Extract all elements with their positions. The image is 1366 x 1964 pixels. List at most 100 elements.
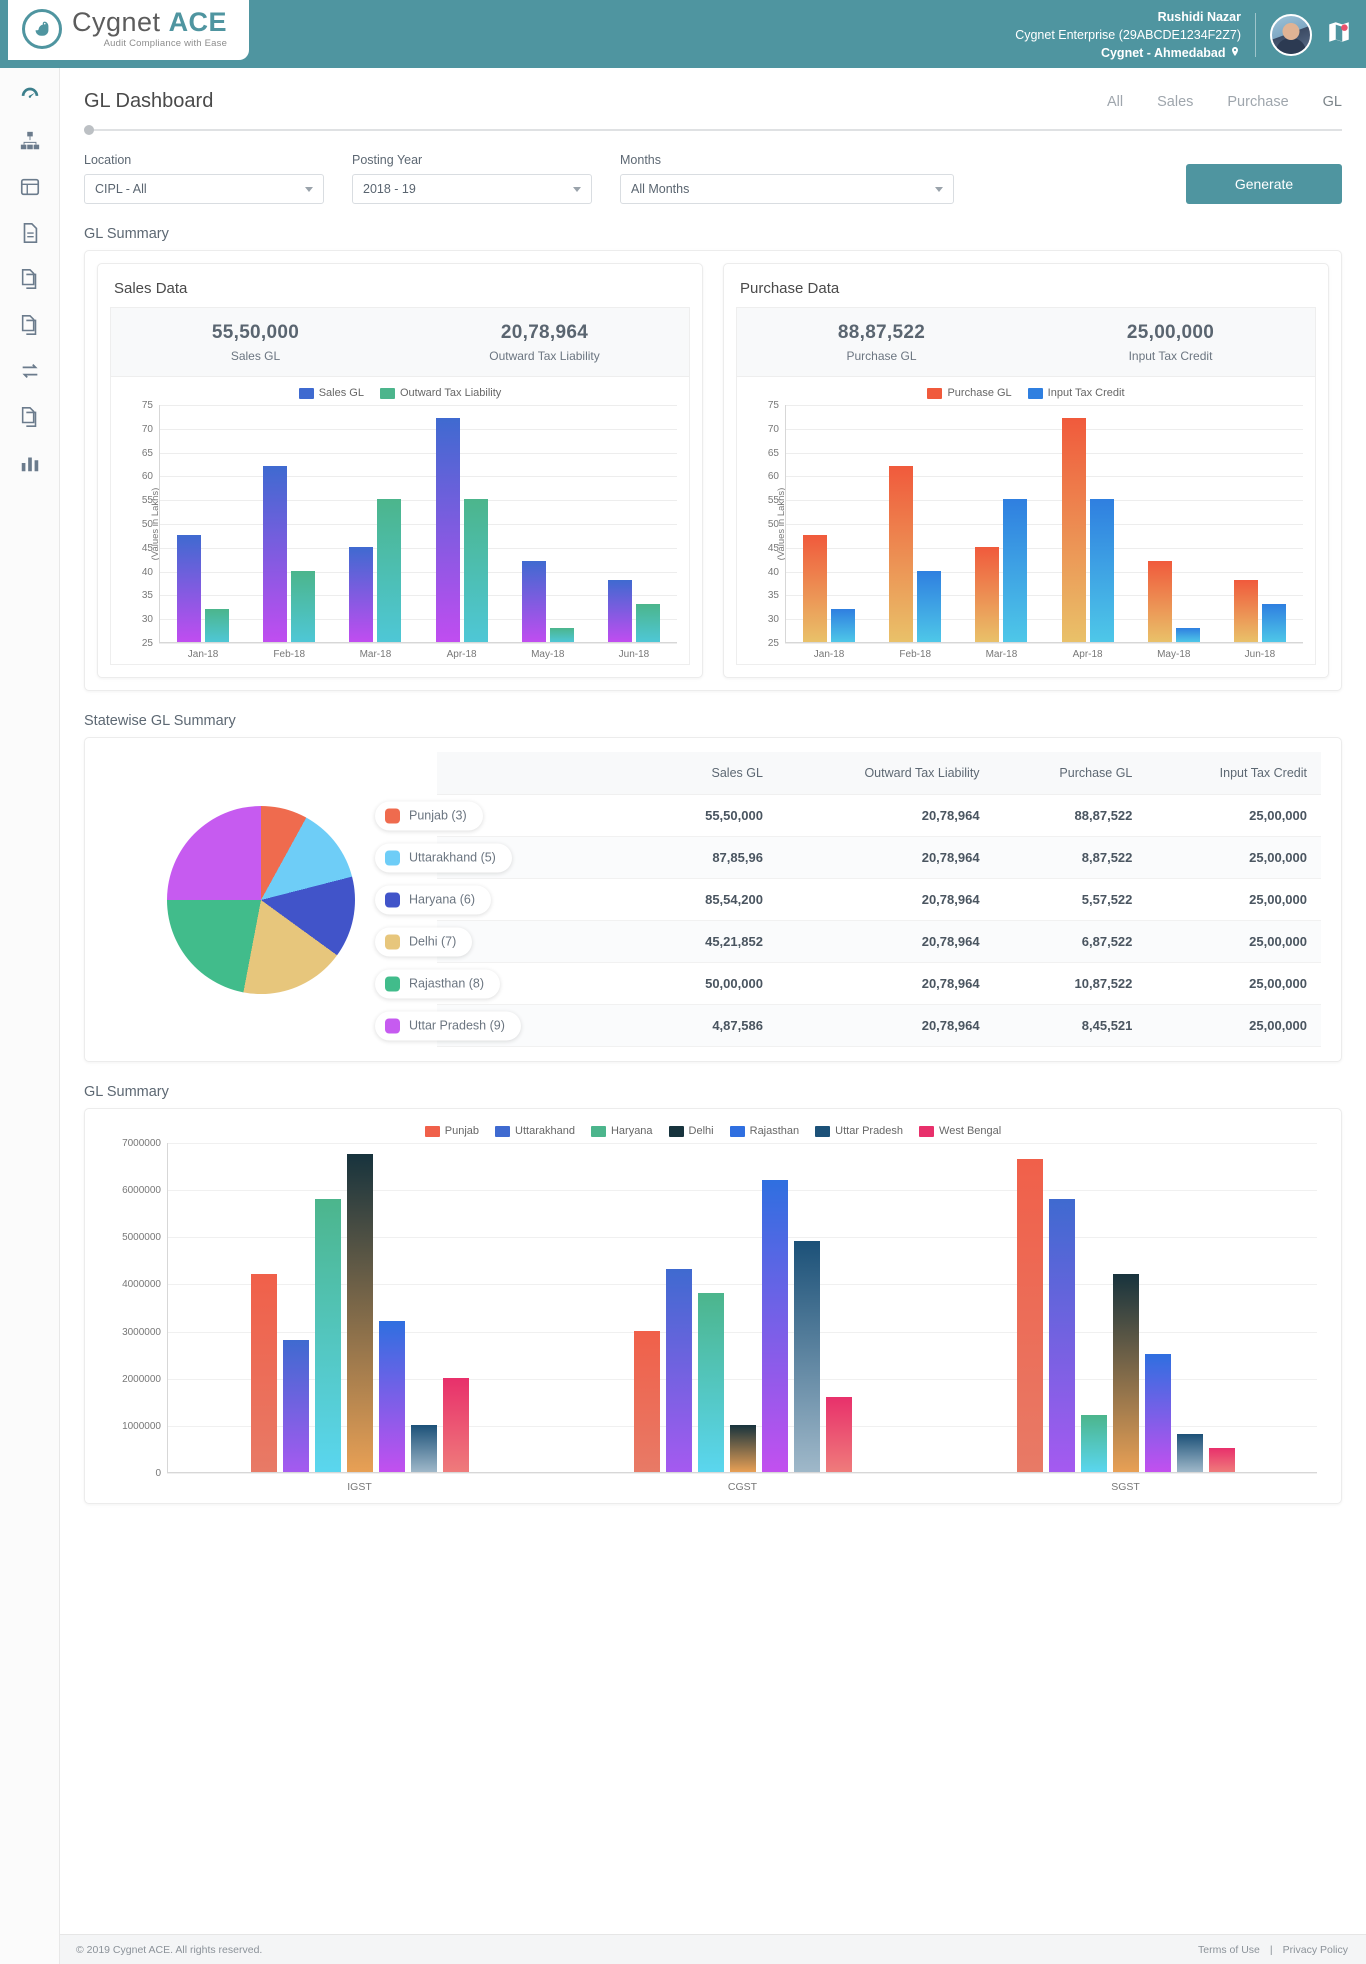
state-chip[interactable]: Punjab (3) [375, 801, 483, 830]
bar[interactable] [1175, 627, 1200, 642]
sidebar-item-analytics[interactable] [17, 450, 43, 476]
bar[interactable] [442, 1377, 469, 1472]
bar[interactable] [1208, 1448, 1235, 1472]
legend-item[interactable]: Punjab [424, 1125, 479, 1137]
bar[interactable] [1080, 1415, 1107, 1472]
legend-item[interactable]: Uttarakhand [495, 1125, 575, 1137]
legend-item[interactable]: Delhi [668, 1125, 714, 1137]
tab-purchase[interactable]: Purchase [1227, 94, 1288, 110]
table-row[interactable]: Uttar Pradesh (9) 4,87,586 20,78,964 8,45,5… [375, 1004, 1321, 1047]
bar[interactable] [831, 608, 856, 642]
avatar[interactable] [1270, 14, 1312, 57]
bar[interactable] [1112, 1274, 1139, 1472]
bar[interactable] [803, 534, 828, 642]
privacy-link[interactable]: Privacy Policy [1283, 1944, 1348, 1956]
months-filter: Months All Months [620, 153, 954, 204]
bar[interactable] [377, 499, 402, 642]
bar[interactable] [282, 1340, 309, 1472]
bar[interactable] [1089, 499, 1114, 642]
legend-item[interactable]: Haryana [590, 1125, 653, 1137]
bar[interactable] [177, 534, 202, 642]
tab-all[interactable]: All [1107, 94, 1123, 110]
bar[interactable] [635, 603, 660, 642]
bar[interactable] [314, 1198, 341, 1472]
bar-group [246, 405, 332, 642]
state-chip[interactable]: Rajasthan (8) [375, 969, 501, 998]
map-icon[interactable] [1326, 19, 1352, 52]
table-row[interactable]: Delhi (7) 45,21,852 20,78,964 6,87,522 25,00… [375, 920, 1321, 963]
legend-item[interactable]: Input Tax Credit [1027, 387, 1125, 399]
tab-gl[interactable]: GL [1323, 94, 1342, 110]
bar[interactable] [793, 1241, 820, 1472]
bar[interactable] [1003, 499, 1028, 642]
left-nav-rail[interactable] [0, 68, 60, 1964]
bar[interactable] [1176, 1434, 1203, 1472]
progress-handle[interactable] [84, 125, 94, 135]
legend-item[interactable]: West Bengal [919, 1125, 1001, 1137]
sidebar-item-files[interactable] [17, 404, 43, 430]
sidebar-item-organization[interactable] [17, 128, 43, 154]
bar[interactable] [291, 570, 316, 642]
sidebar-item-ledger[interactable] [17, 174, 43, 200]
statewise-pie-chart[interactable] [167, 805, 355, 994]
bar[interactable] [463, 499, 488, 642]
generate-button[interactable]: Generate [1186, 164, 1342, 204]
bar[interactable] [825, 1396, 852, 1472]
legend-item[interactable]: Outward Tax Liability [379, 387, 501, 399]
legend-item[interactable]: Sales GL [298, 387, 364, 399]
table-row[interactable]: Haryana (6) 85,54,200 20,78,964 5,57,522 25,… [375, 878, 1321, 921]
bar[interactable] [1048, 1198, 1075, 1472]
state-chip[interactable]: Delhi (7) [375, 927, 473, 956]
terms-link[interactable]: Terms of Use [1198, 1944, 1260, 1956]
bar[interactable] [435, 418, 460, 642]
bar[interactable] [889, 465, 914, 642]
cell-itc: 25,00,000 [1146, 878, 1321, 921]
bar[interactable] [1147, 561, 1172, 642]
sidebar-item-documents[interactable] [17, 220, 43, 246]
state-chip[interactable]: Haryana (6) [375, 885, 491, 914]
user-area[interactable]: Rushidi Nazar Cygnet Enterprise (29ABCDE… [1015, 0, 1366, 62]
bar[interactable] [521, 561, 546, 642]
bar[interactable] [1061, 418, 1086, 642]
posting-year-select[interactable]: 2018 - 19 [352, 174, 592, 204]
bar[interactable] [1144, 1354, 1171, 1472]
bar[interactable] [665, 1269, 692, 1472]
legend-item[interactable]: Rajasthan [729, 1125, 799, 1137]
legend-item[interactable]: Purchase GL [927, 387, 1012, 399]
bar[interactable] [761, 1179, 788, 1472]
bar[interactable] [729, 1424, 756, 1472]
bar[interactable] [346, 1153, 373, 1472]
bar[interactable] [378, 1321, 405, 1472]
brand-logo[interactable]: Cygnet ACE Audit Compliance with Ease [8, 0, 250, 60]
bar[interactable] [1233, 580, 1258, 642]
bar[interactable] [549, 627, 574, 642]
sidebar-item-dashboard[interactable] [17, 82, 43, 108]
bar[interactable] [250, 1274, 277, 1472]
months-select[interactable]: All Months [620, 174, 954, 204]
bar[interactable] [205, 608, 230, 642]
footer-links[interactable]: Terms of Use | Privacy Policy [1198, 1944, 1348, 1956]
bar[interactable] [633, 1330, 660, 1472]
bar[interactable] [410, 1424, 437, 1472]
state-chip[interactable]: Uttarakhand (5) [375, 843, 512, 872]
bar[interactable] [1016, 1158, 1043, 1472]
table-row[interactable]: Uttarakhand (5) 87,85,96 20,78,964 8,87,522… [375, 836, 1321, 879]
view-tabs[interactable]: All Sales Purchase GL [1107, 94, 1342, 110]
location-select[interactable]: CIPL - All [84, 174, 324, 204]
state-chip[interactable]: Uttar Pradesh (9) [375, 1011, 521, 1040]
bar[interactable] [349, 546, 374, 642]
bar[interactable] [263, 465, 288, 642]
table-row[interactable]: Punjab (3) 55,50,000 20,78,964 88,87,522 25,… [375, 794, 1321, 837]
bar[interactable] [975, 546, 1000, 642]
sidebar-item-reconcile[interactable] [17, 358, 43, 384]
bar[interactable] [1261, 603, 1286, 642]
sidebar-item-archive[interactable] [17, 312, 43, 338]
bar[interactable] [607, 580, 632, 642]
table-row[interactable]: Rajasthan (8) 50,00,000 20,78,964 10,87,522… [375, 962, 1321, 1005]
bar[interactable] [697, 1292, 724, 1472]
bar[interactable] [917, 570, 942, 642]
legend-item[interactable]: Uttar Pradesh [815, 1125, 903, 1137]
tab-sales[interactable]: Sales [1157, 94, 1193, 110]
sidebar-item-reports[interactable] [17, 266, 43, 292]
legend-swatch [668, 1125, 684, 1137]
